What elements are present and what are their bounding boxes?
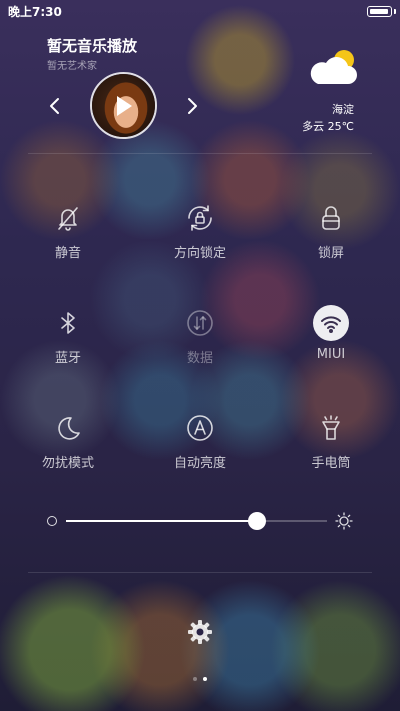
toggle-mobile-data[interactable]: 数据 bbox=[145, 305, 255, 377]
moon-icon bbox=[50, 410, 86, 446]
brightness-slider[interactable] bbox=[66, 512, 327, 530]
brightness-low-icon bbox=[47, 516, 57, 526]
toggle-rotation-lock[interactable]: 方向锁定 bbox=[145, 200, 255, 272]
control-center: 晚上7:30 暂无音乐播放 暂无艺术家 海淀 多云 25℃ 静音 方向锁定 锁屏… bbox=[0, 0, 400, 711]
chevron-left-icon[interactable] bbox=[45, 96, 65, 116]
toggle-silent[interactable]: 静音 bbox=[13, 200, 123, 272]
divider-bottom bbox=[28, 572, 372, 573]
toggle-auto-brightness-label: 自动亮度 bbox=[173, 456, 226, 471]
rotation-lock-icon bbox=[182, 200, 218, 236]
weather-description: 多云 25℃ bbox=[302, 120, 354, 133]
divider-top bbox=[28, 153, 372, 154]
status-time: 晚上7:30 bbox=[8, 5, 62, 19]
battery-tip bbox=[394, 9, 396, 14]
bell-off-icon bbox=[50, 200, 86, 236]
toggle-auto-brightness[interactable]: 自动亮度 bbox=[145, 410, 255, 482]
sun-icon bbox=[335, 512, 353, 530]
battery-icon bbox=[367, 6, 392, 17]
lock-icon bbox=[313, 200, 349, 236]
toggle-wifi[interactable]: MIUI bbox=[276, 305, 386, 377]
brightness-slider-fill bbox=[66, 520, 257, 522]
flashlight-icon bbox=[313, 410, 349, 446]
toggle-rotation-lock-label: 方向锁定 bbox=[173, 246, 226, 261]
brightness-slider-thumb[interactable] bbox=[247, 512, 266, 530]
wifi-icon bbox=[313, 305, 349, 341]
toggle-flashlight-label: 手电筒 bbox=[311, 456, 351, 471]
partly-cloudy-icon bbox=[310, 50, 357, 84]
toggle-silent-label: 静音 bbox=[54, 246, 81, 261]
page-indicator bbox=[0, 677, 400, 683]
page-dot bbox=[193, 677, 197, 681]
toggle-lock-screen[interactable]: 锁屏 bbox=[276, 200, 386, 272]
gear-icon[interactable] bbox=[186, 618, 214, 646]
weather-city: 海淀 bbox=[332, 103, 354, 116]
data-arrows-icon bbox=[182, 305, 218, 341]
page-dot bbox=[203, 677, 207, 681]
music-title: 暂无音乐播放 bbox=[47, 37, 138, 55]
toggle-bluetooth[interactable]: 蓝牙 bbox=[13, 305, 123, 377]
battery-fill bbox=[370, 9, 388, 14]
auto-brightness-icon bbox=[182, 410, 218, 446]
status-bar: 晚上7:30 bbox=[0, 0, 400, 22]
toggle-mobile-data-label: 数据 bbox=[186, 351, 213, 366]
toggle-do-not-disturb[interactable]: 勿扰模式 bbox=[13, 410, 123, 482]
play-icon[interactable] bbox=[117, 96, 132, 116]
chevron-right-icon[interactable] bbox=[182, 96, 202, 116]
toggle-lock-screen-label: 锁屏 bbox=[317, 246, 344, 261]
music-artist: 暂无艺术家 bbox=[47, 61, 97, 72]
toggle-flashlight[interactable]: 手电筒 bbox=[276, 410, 386, 482]
bluetooth-icon bbox=[50, 305, 86, 341]
toggle-bluetooth-label: 蓝牙 bbox=[54, 351, 81, 366]
toggle-do-not-disturb-label: 勿扰模式 bbox=[41, 456, 94, 471]
toggle-wifi-label: MIUI bbox=[316, 347, 346, 362]
album-art[interactable] bbox=[90, 72, 157, 139]
